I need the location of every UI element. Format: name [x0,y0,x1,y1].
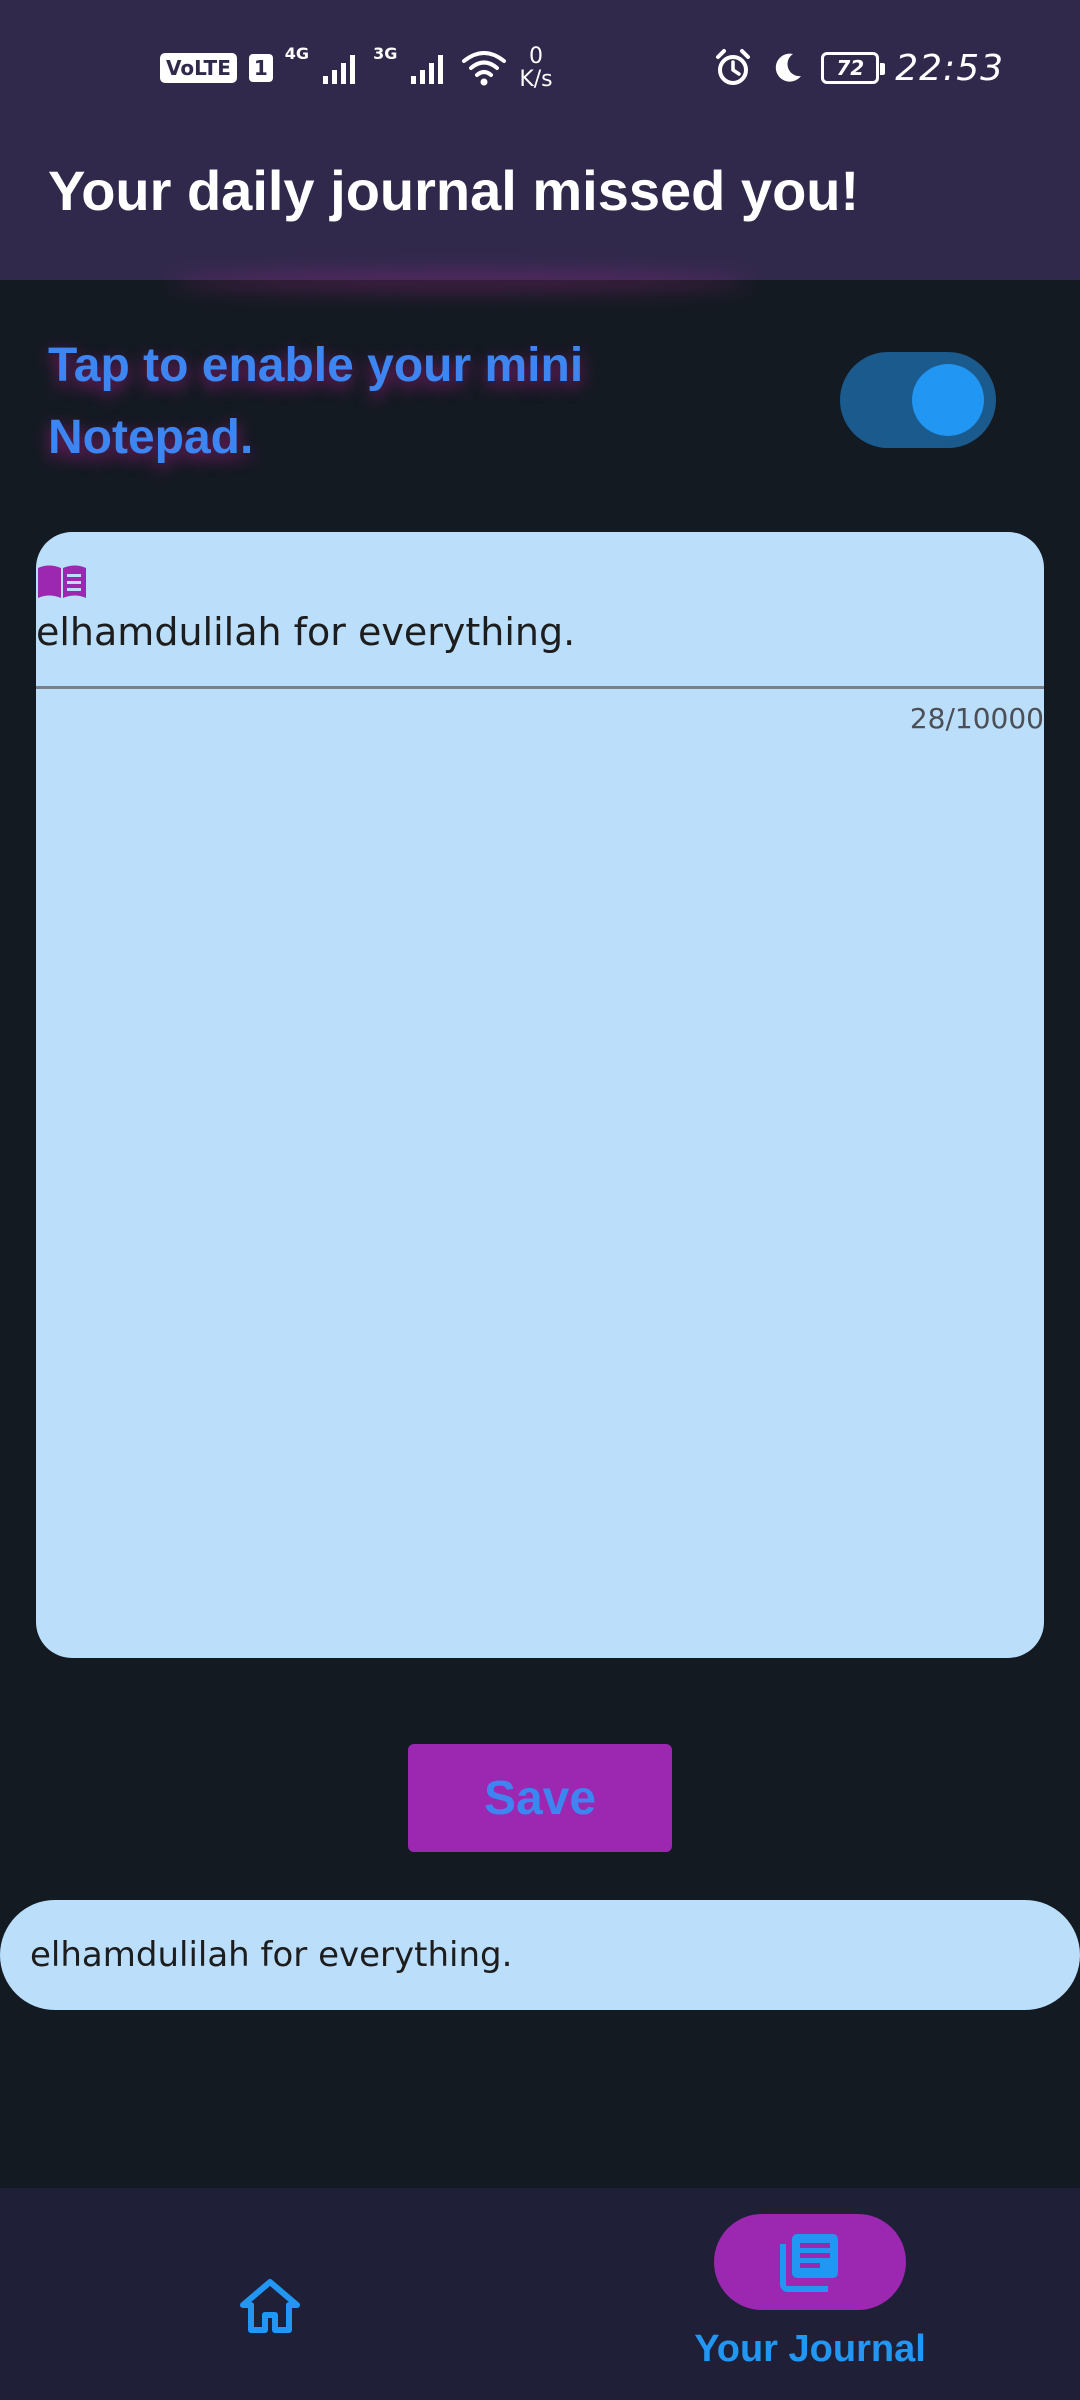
save-button[interactable]: Save [408,1744,672,1852]
alarm-icon [716,49,751,85]
signal-icon [411,55,444,84]
toggle-knob [912,364,984,436]
volte-indicator: VoLTE [160,53,237,83]
nav-label-journal[interactable]: Your Journal [640,2328,980,2371]
wifi-icon [462,51,507,86]
journal-editor[interactable]: elhamdulilah for everything. 28/10000 [36,532,1044,1658]
notepad-toggle-label: Tap to enable your mini Notepad. [48,339,584,464]
network-speed-unit: K/s [519,67,553,92]
input-underline [36,686,1044,689]
home-icon [240,2279,300,2333]
decorative-glow [170,272,750,292]
journal-icon [780,2234,838,2292]
network-speed: 0 K/s [519,45,552,91]
notepad-toggle[interactable] [840,352,996,448]
status-bar-left: VoLTE 1 4G 3G 0 K/s [160,40,553,96]
sim-indicator: 1 [248,54,273,82]
nav-item-journal[interactable] [714,2214,906,2310]
app-bar: VoLTE 1 4G 3G 0 K/s 72 22:53 Your daily … [0,0,1080,280]
book-icon [38,565,86,598]
status-bar-right: 72 22:53 [713,40,1004,96]
network-type-1: 4G [284,44,310,63]
character-counter: 28/10000 [909,702,1044,735]
journal-text-input[interactable]: elhamdulilah for everything. [36,610,575,654]
moon-icon [776,53,802,82]
bottom-nav: Your Journal [0,2188,1080,2400]
signal-icon [323,55,356,84]
nav-item-home[interactable] [226,2262,314,2350]
page-title: Your daily journal missed you! [48,159,860,222]
journal-entry[interactable]: elhamdulilah for everything. [0,1900,1080,2010]
network-type-2: 3G [373,44,398,63]
battery-indicator: 72 [821,52,886,84]
network-speed-value: 0 [528,43,543,69]
clock: 22:53 [895,47,1004,89]
